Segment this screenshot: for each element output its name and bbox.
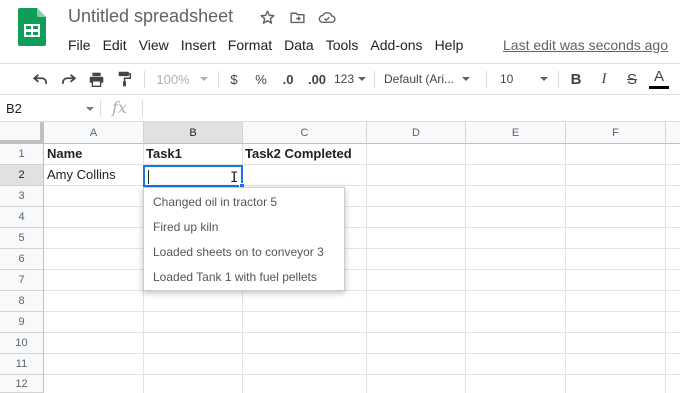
currency-format-button[interactable]: $ <box>224 64 244 94</box>
decrease-decimal-button[interactable]: .0 <box>276 64 300 94</box>
menu-add-ons[interactable]: Add-ons <box>364 35 428 55</box>
column-header-d[interactable]: D <box>367 122 466 144</box>
row-header-3[interactable]: 3 <box>0 186 44 207</box>
font-family-value: Default (Ari... <box>384 72 455 86</box>
autocomplete-option[interactable]: Changed oil in tractor 5 <box>144 190 344 215</box>
text-color-label: A <box>653 68 664 85</box>
column-header-overflow <box>666 122 680 144</box>
ibeam-cursor-icon: I <box>230 170 239 186</box>
menu-bar: File Edit View Insert Format Data Tools … <box>62 35 469 55</box>
row-header-12[interactable]: 12 <box>0 375 44 393</box>
row-header-8[interactable]: 8 <box>0 291 44 312</box>
font-size-select[interactable]: 10 <box>494 64 554 94</box>
column-header-f[interactable]: F <box>566 122 666 144</box>
menu-tools[interactable]: Tools <box>320 35 365 55</box>
italic-button[interactable]: I <box>594 64 614 94</box>
increase-decimal-button[interactable]: .00 <box>304 64 330 94</box>
increase-decimal-label: .00 <box>307 71 327 87</box>
zoom-value: 100% <box>156 71 190 87</box>
formula-bar: B2 fx <box>0 96 680 122</box>
formula-input[interactable] <box>146 96 676 121</box>
cell-c1[interactable]: Task2 Completed <box>242 144 366 164</box>
name-box[interactable]: B2 <box>0 96 100 121</box>
cell-reference: B2 <box>6 101 22 116</box>
row-header-5[interactable]: 5 <box>0 228 44 249</box>
cell-a1[interactable]: Name <box>44 144 143 164</box>
column-header-c[interactable]: C <box>243 122 367 144</box>
row-header-4[interactable]: 4 <box>0 207 44 228</box>
more-formats-button[interactable]: 123 <box>332 64 368 94</box>
row-header-9[interactable]: 9 <box>0 312 44 333</box>
autocomplete-option[interactable]: Loaded Tank 1 with fuel pellets <box>144 265 344 290</box>
row-header-10[interactable]: 10 <box>0 333 44 354</box>
more-formats-label: 123 <box>333 72 355 86</box>
text-color-swatch <box>649 86 669 89</box>
row-header-6[interactable]: 6 <box>0 249 44 270</box>
row-header-1[interactable]: 1 <box>0 144 44 165</box>
text-color-button[interactable]: A <box>648 64 670 94</box>
row-header-2[interactable]: 2 <box>0 165 44 186</box>
fx-icon: fx <box>112 98 127 117</box>
menu-help[interactable]: Help <box>429 35 470 55</box>
sheets-logo-icon[interactable] <box>18 8 46 46</box>
column-header-a[interactable]: A <box>44 122 144 144</box>
last-edit-link[interactable]: Last edit was seconds ago <box>503 35 668 55</box>
move-to-folder-icon[interactable] <box>288 8 306 26</box>
autocomplete-dropdown: Changed oil in tractor 5 Fired up kiln L… <box>143 187 345 291</box>
cloud-saved-icon[interactable] <box>318 8 336 26</box>
cell-area[interactable]: Name Task1 Task2 Completed Amy Collins <box>44 144 680 393</box>
menu-format[interactable]: Format <box>222 35 278 55</box>
font-family-select[interactable]: Default (Ari... <box>384 64 480 94</box>
row-header-11[interactable]: 11 <box>0 354 44 375</box>
toolbar: 100% $ % .0 .00 123 Default (Ari... 10 B… <box>0 63 680 95</box>
percent-format-button[interactable]: % <box>250 64 272 94</box>
menu-insert[interactable]: Insert <box>175 35 222 55</box>
row-header-7[interactable]: 7 <box>0 270 44 291</box>
autocomplete-option[interactable]: Loaded sheets on to conveyor 3 <box>144 240 344 265</box>
print-icon[interactable] <box>84 64 108 94</box>
autocomplete-option[interactable]: Fired up kiln <box>144 215 344 240</box>
menu-data[interactable]: Data <box>278 35 320 55</box>
redo-icon[interactable] <box>56 64 80 94</box>
active-cell-editor[interactable] <box>143 165 245 189</box>
spreadsheet-app: Untitled spreadsheet File Edit View Inse… <box>0 0 680 393</box>
column-header-e[interactable]: E <box>466 122 566 144</box>
font-size-value: 10 <box>500 72 514 86</box>
undo-icon[interactable] <box>28 64 52 94</box>
document-title[interactable]: Untitled spreadsheet <box>68 6 233 27</box>
cell-a2[interactable]: Amy Collins <box>44 165 143 185</box>
text-cursor <box>148 170 149 184</box>
zoom-select[interactable]: 100% <box>152 64 212 94</box>
menu-view[interactable]: View <box>133 35 175 55</box>
menu-edit[interactable]: Edit <box>97 35 133 55</box>
cell-b1[interactable]: Task1 <box>143 144 242 164</box>
strikethrough-button[interactable]: S <box>622 64 642 94</box>
star-icon[interactable] <box>258 8 276 26</box>
decrease-decimal-label: .0 <box>282 71 294 87</box>
column-header-b[interactable]: B <box>144 122 243 144</box>
paint-format-icon[interactable] <box>112 64 136 94</box>
menu-file[interactable]: File <box>62 35 97 55</box>
bold-button[interactable]: B <box>566 64 586 94</box>
select-all-corner[interactable] <box>0 122 44 144</box>
chevron-down-icon <box>86 107 94 111</box>
